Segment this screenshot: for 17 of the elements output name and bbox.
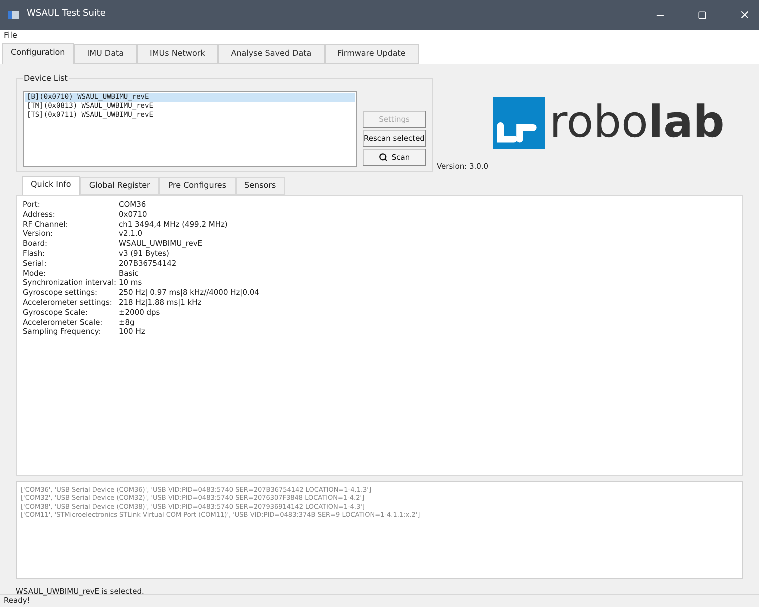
- menu-item[interactable]: File: [4, 30, 18, 42]
- window-title: WSAUL Test Suite: [27, 8, 107, 22]
- tab[interactable]: Sensors: [236, 177, 286, 195]
- close-icon[interactable]: [739, 9, 751, 21]
- app-icon: [8, 11, 19, 19]
- search-icon: [378, 153, 388, 162]
- tab[interactable]: IMU Data: [74, 44, 138, 64]
- tab[interactable]: Pre Configures: [159, 177, 236, 195]
- tab[interactable]: Configuration: [2, 43, 74, 64]
- tab[interactable]: IMUs Network: [137, 44, 218, 64]
- tab[interactable]: Analyse Saved Data: [218, 44, 325, 64]
- logo-text: robolab: [550, 101, 725, 145]
- tab[interactable]: Quick Info: [22, 176, 80, 195]
- maximize-icon[interactable]: [698, 10, 707, 20]
- tab[interactable]: Global Register: [80, 177, 160, 195]
- tab[interactable]: Firmware Update: [324, 44, 419, 64]
- logo-mark-icon: [492, 97, 545, 149]
